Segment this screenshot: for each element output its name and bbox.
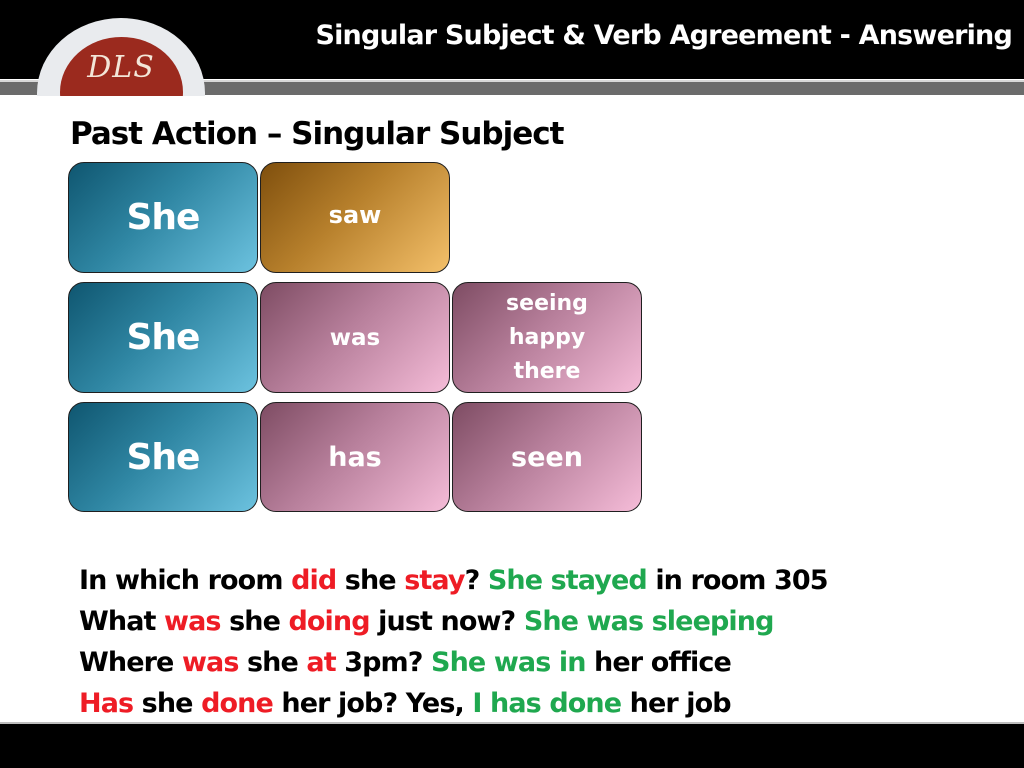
- complement-line: happy: [508, 324, 586, 350]
- sentence: Has she done her job? Yes, I has done he…: [79, 683, 828, 724]
- sentence-text: she: [133, 688, 202, 719]
- sentence-text: What: [79, 606, 165, 637]
- question-keyword: did: [291, 565, 337, 596]
- answer-keyword: She stayed: [487, 565, 648, 596]
- subject-box: She: [68, 402, 258, 512]
- slide-title: Singular Subject & Verb Agreement - Answ…: [315, 20, 1012, 51]
- section-title: Past Action – Singular Subject: [70, 116, 564, 152]
- verb-box: was: [260, 282, 450, 393]
- subject-text: She: [126, 317, 201, 358]
- question-keyword: was: [181, 647, 239, 678]
- sentence: Where was she at 3pm? She was in her off…: [79, 642, 828, 683]
- verb-box: saw: [260, 162, 450, 273]
- question-keyword: was: [164, 606, 221, 637]
- sentence-text: her office: [585, 647, 732, 678]
- footer-bar: [0, 724, 1024, 768]
- complement-box: seen: [452, 402, 642, 512]
- question-keyword: doing: [288, 606, 370, 637]
- sentence-text: Where: [79, 647, 182, 678]
- answer-keyword: She was in: [431, 647, 586, 678]
- subject-box: She: [68, 282, 258, 393]
- answer-keyword: I has done: [472, 688, 622, 719]
- verb-text: saw: [328, 201, 382, 229]
- logo-text: DLS: [87, 50, 155, 85]
- complement-line: seen: [511, 441, 583, 473]
- sentence-text: her job? Yes,: [272, 688, 473, 719]
- complement-line: there: [513, 358, 581, 384]
- question-keyword: at: [306, 647, 336, 678]
- sentence: What was she doing just now? She was sle…: [79, 601, 828, 642]
- sentence-text: she: [238, 647, 307, 678]
- example-sentences: In which room did she stay? She stayed i…: [79, 560, 829, 724]
- verb-text: was: [329, 324, 381, 351]
- subject-text: She: [126, 436, 201, 478]
- complement-line: seeing: [506, 290, 588, 316]
- sentence-text: just now?: [369, 606, 524, 637]
- verb-text: has: [328, 441, 382, 473]
- sentence-text: she: [220, 606, 289, 637]
- question-keyword: stay: [404, 565, 465, 596]
- sentence-text: ?: [464, 565, 488, 596]
- sentence: In which room did she stay? She stayed i…: [79, 560, 829, 601]
- verb-box: has: [260, 402, 450, 512]
- answer-keyword: She was sleeping: [523, 606, 775, 637]
- sentence-text: her job: [621, 688, 732, 719]
- subject-box: She: [68, 162, 258, 273]
- dls-logo: DLS: [37, 18, 205, 96]
- question-keyword: Has: [79, 688, 134, 719]
- complement-box: seeing happy there: [452, 282, 642, 393]
- sentence-text: 3pm?: [335, 647, 432, 678]
- subject-text: She: [126, 197, 201, 238]
- sentence-text: In which room: [79, 565, 292, 596]
- sentence-text: she: [336, 565, 405, 596]
- sentence-text: in room 305: [646, 565, 828, 596]
- question-keyword: done: [201, 688, 274, 719]
